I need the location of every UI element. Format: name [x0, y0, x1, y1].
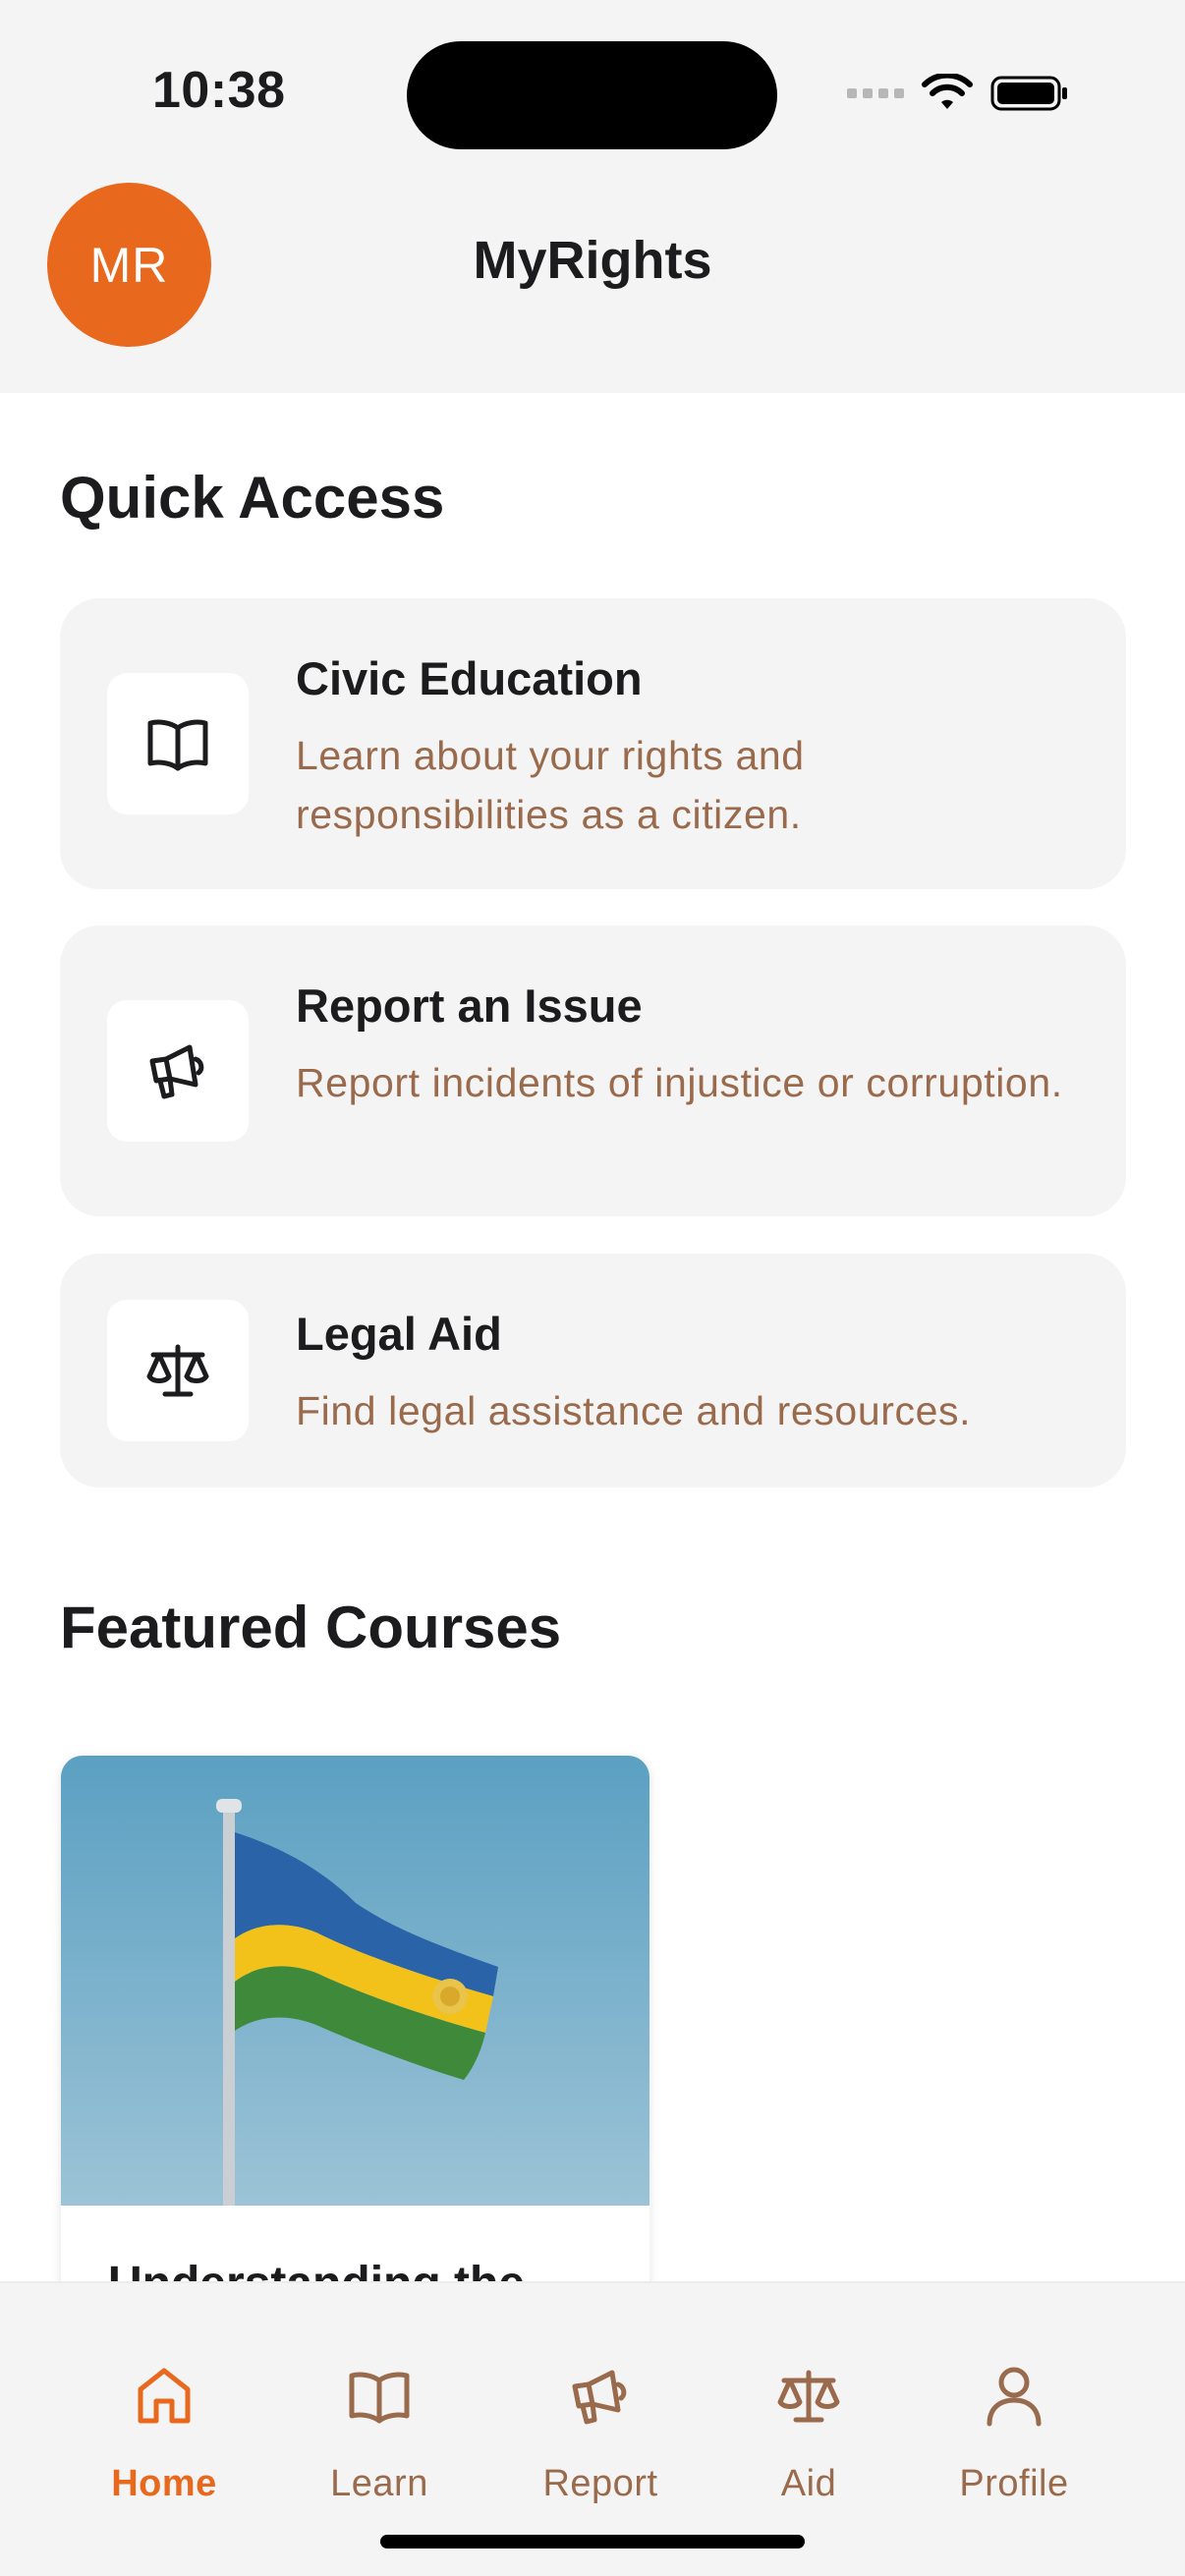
tab-label: Home [111, 2463, 217, 2504]
tab-home[interactable]: Home [66, 2283, 262, 2509]
quick-access-description: Learn about your rights and responsibili… [296, 733, 805, 837]
home-indicator [380, 2535, 805, 2548]
tab-label: Learn [330, 2463, 428, 2504]
tab-bar: Home Learn Report Aid Profile [0, 2281, 1185, 2576]
quick-access-description: Report incidents of injustice or corrupt… [296, 1060, 1063, 1105]
quick-access-title: Legal Aid [296, 1308, 502, 1360]
quick-access-civic-education[interactable]: Civic Education Learn about your rights … [60, 598, 1126, 889]
status-time: 10:38 [152, 62, 286, 119]
wifi-icon [922, 74, 973, 109]
tab-label: Profile [959, 2463, 1069, 2504]
quick-access-title: Civic Education [296, 652, 643, 704]
scale-icon [776, 2357, 841, 2436]
tab-label: Report [542, 2463, 658, 2504]
tab-aid[interactable]: Aid [710, 2283, 907, 2509]
quick-access-heading: Quick Access [60, 465, 445, 531]
book-icon [348, 2357, 411, 2436]
rwanda-flag-image [61, 1756, 649, 2206]
tab-learn[interactable]: Learn [281, 2283, 478, 2509]
home-icon [135, 2357, 194, 2436]
quick-access-report-issue[interactable]: Report an Issue Report incidents of inju… [60, 925, 1126, 1216]
tab-report[interactable]: Report [502, 2283, 699, 2509]
app-header: 10:38 MR MyRights [0, 0, 1185, 393]
cellular-signal-icon [847, 88, 904, 98]
quick-access-title: Report an Issue [296, 980, 643, 1032]
quick-access-legal-aid[interactable]: Legal Aid Find legal assistance and reso… [60, 1254, 1126, 1487]
quick-access-description: Find legal assistance and resources. [296, 1388, 972, 1433]
page-title: MyRights [473, 231, 712, 290]
scale-icon [107, 1300, 249, 1441]
battery-icon [990, 76, 1067, 111]
status-icons [847, 69, 1069, 118]
tab-profile[interactable]: Profile [916, 2283, 1112, 2509]
course-card[interactable]: Understanding the [61, 1756, 649, 2345]
book-icon [107, 673, 249, 814]
tab-label: Aid [780, 2463, 837, 2504]
person-icon [985, 2357, 1044, 2436]
featured-courses-heading: Featured Courses [60, 1595, 562, 1660]
megaphone-icon [107, 1000, 249, 1142]
megaphone-icon [569, 2357, 632, 2436]
dynamic-island [407, 41, 777, 149]
